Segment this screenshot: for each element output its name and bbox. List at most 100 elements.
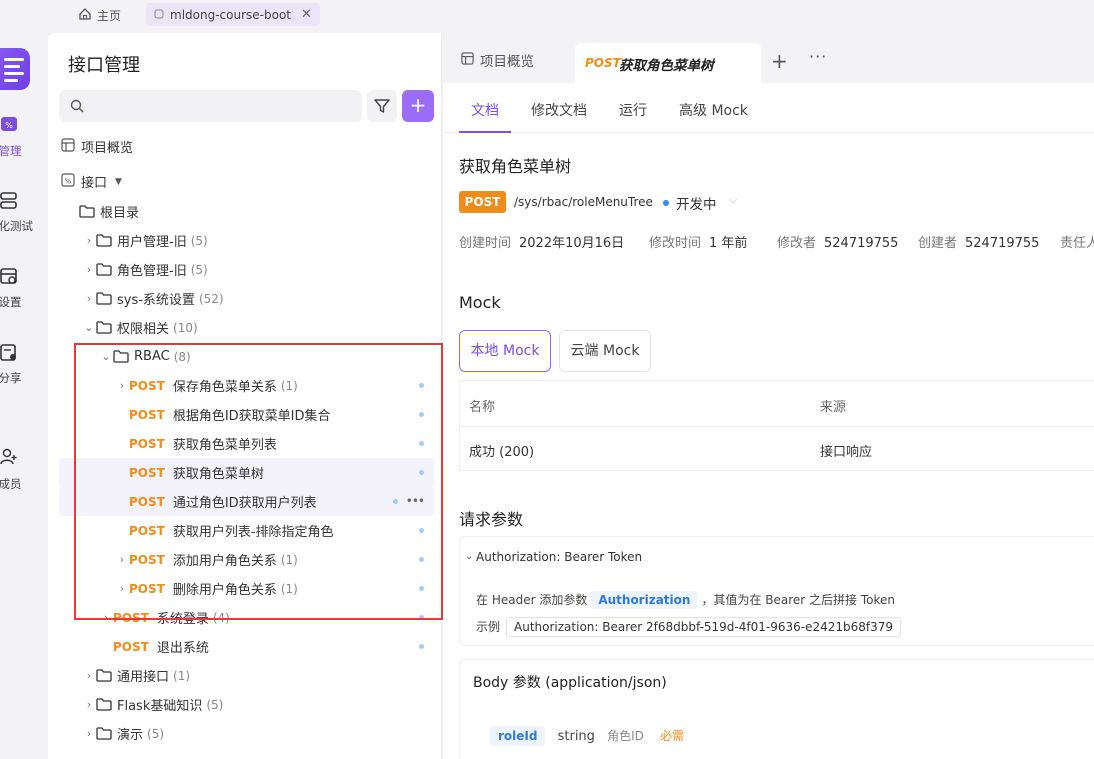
tree-api-item[interactable]: › POST 保存角色菜单关系 (1) [59,371,434,400]
tree-folder[interactable]: ⌄ 权限相关 (10) [59,313,434,342]
method-badge: POST [459,191,506,213]
tree-folder[interactable]: › 通用接口 (1) [59,661,434,690]
active-tab-indicator [459,131,511,133]
chevron-right-icon[interactable]: › [99,611,113,624]
test-icon [0,192,20,210]
chevron-right-icon[interactable]: › [115,379,129,392]
search-input[interactable] [59,90,362,122]
local-mock-button[interactable]: 本地 Mock [459,330,551,372]
chevron-right-icon[interactable]: › [115,553,129,566]
cloud-mock-button[interactable]: 云端 Mock [559,330,651,372]
more-icon[interactable]: ••• [406,494,425,508]
tree-api-item[interactable]: POST 获取角色菜单树 [59,458,434,487]
rail-label: 动化测试 [0,219,33,233]
filter-icon [374,98,390,118]
params-section-title: 请求参数 [459,510,524,529]
body-params-card: Body 参数 (application/json) roleId string… [459,659,1094,759]
auth-description: 在 Header 添加参数 Authorization ，其值为在 Bearer 之… [476,591,895,609]
tab-docs[interactable]: 文档 [471,100,499,120]
item-count: (8) [173,349,191,364]
tree-api-item[interactable]: POST 通过角色ID获取用户列表 ••• [59,487,434,516]
param-required: 必需 [660,729,685,743]
tree-folder[interactable]: › 角色管理-旧 (5) [59,255,434,284]
status-dot [663,200,669,206]
param-type: string [557,729,595,744]
more-tabs-button[interactable]: ··· [809,47,827,66]
auth-card: ⌄ Authorization: Bearer Token 在 Header 添… [459,536,1094,646]
api-root-label: 接口 [81,176,108,191]
tree-folder[interactable]: 根目录 [59,197,434,226]
tree-item-label: 删除用户角色关系 [172,583,277,598]
tree-api-item[interactable]: › POST 系统登录 (4) [59,603,434,632]
chevron-down-icon[interactable]: ⌄ [99,350,113,363]
method-label: POST [129,494,165,509]
chevron-right-icon[interactable]: › [82,698,96,711]
filter-button[interactable] [367,90,397,122]
tree-item-label: 保存角色菜单关系 [172,380,277,395]
mock-row-name[interactable]: 成功 (200) [469,441,534,460]
mock-table: 名称 来源 成功 (200) 接口响应 [459,380,1094,471]
folder-icon [96,263,112,276]
tree-api-item[interactable]: › POST 删除用户角色关系 (1) [59,574,434,603]
overview-label: 项目概览 [81,141,134,156]
tree-api-item[interactable]: POST 根据角色ID获取菜单ID集合 [59,400,434,429]
new-tab-button[interactable]: + [771,49,788,73]
chevron-right-icon[interactable]: › [115,582,129,595]
tab-project-overview[interactable]: 项目概览 [461,50,534,70]
chevron-down-icon[interactable]: ⌵ [729,193,737,207]
api-sidebar: 接口管理 + 项目概览 % 接口 ▼ 根目录 › 用户管理-旧 (5) › 角色管理-旧(… [48,33,442,759]
add-api-button[interactable]: + [402,90,434,122]
status-select[interactable]: 开发中 [676,193,717,213]
method-label: POST [129,378,165,393]
tab-run[interactable]: 运行 [619,100,647,120]
item-count: (1) [173,668,191,683]
chevron-right-icon[interactable]: › [82,234,96,247]
tree-item-label: 权限相关 [117,322,170,337]
tree-api-item[interactable]: POST 获取用户列表-排除指定角色 [59,516,434,545]
rail-label: 线分享 [0,371,22,385]
chevron-right-icon[interactable]: › [82,727,96,740]
chevron-right-icon[interactable]: › [82,669,96,682]
chevron-right-icon[interactable]: › [82,292,96,305]
tree-folder[interactable]: ⌄ RBAC (8) [59,342,434,371]
status-dot [419,412,424,417]
tree-item-label: 根据角色ID获取菜单ID集合 [172,409,331,424]
tree-api-item[interactable]: › POST 添加用户角色关系 (1) [59,545,434,574]
tab-method: POST [585,56,621,70]
project-tab-label: mldong-course-boot [170,7,291,22]
item-count: (52) [198,291,224,306]
chevron-down-icon[interactable]: ⌄ [82,321,96,334]
share-icon [0,344,20,362]
status-dot [419,470,424,475]
auth-example-value: Authorization: Bearer 2f68dbbf-519d-4f01… [506,617,902,637]
tree-api-item[interactable]: POST 获取角色菜单列表 [59,429,434,458]
tree-folder[interactable]: › sys-系统设置 (52) [59,284,434,313]
tab-edit-docs[interactable]: 修改文档 [531,100,587,120]
tree-item-label: 角色管理-旧 [117,264,187,279]
close-icon[interactable]: ✕ [301,7,312,22]
tab-advanced-mock[interactable]: 高级 Mock [679,100,748,120]
tree-item-label: 获取角色菜单树 [172,467,264,482]
tree-folder[interactable]: › 用户管理-旧 (5) [59,226,434,255]
meta-creator: 创建者 524719755 [918,236,1040,251]
home-tab[interactable]: 主页 [78,5,121,25]
auth-header[interactable]: Authorization: Bearer Token [476,550,642,564]
tab-active-api[interactable]: POST 获取角色菜单树 [575,43,761,83]
tree-folder[interactable]: › Flask基础知识 (5) [59,690,434,719]
sidebar-item-api-root[interactable]: % 接口 ▼ [61,167,436,196]
chevron-down-icon[interactable]: ⌄ [465,551,473,562]
tree-folder[interactable]: › 演示 (5) [59,719,434,748]
chevron-right-icon[interactable]: › [82,263,96,276]
tab-label: 项目概览 [480,54,534,70]
app-logo[interactable] [0,48,30,90]
meta-modified: 修改时间 1 年前 [649,236,748,251]
sidebar-item-project-overview[interactable]: 项目概览 [61,132,436,161]
meta-modifier: 修改者 524719755 [777,236,899,251]
chevron-down-icon[interactable]: ▼ [115,177,122,187]
folder-icon [96,698,112,711]
item-count: (5) [147,726,165,741]
mock-section-title: Mock [459,293,501,312]
tree-api-item[interactable]: POST 退出系统 [59,632,434,661]
status-dot [393,499,398,504]
project-tab[interactable]: mldong-course-boot ✕ [146,3,320,26]
